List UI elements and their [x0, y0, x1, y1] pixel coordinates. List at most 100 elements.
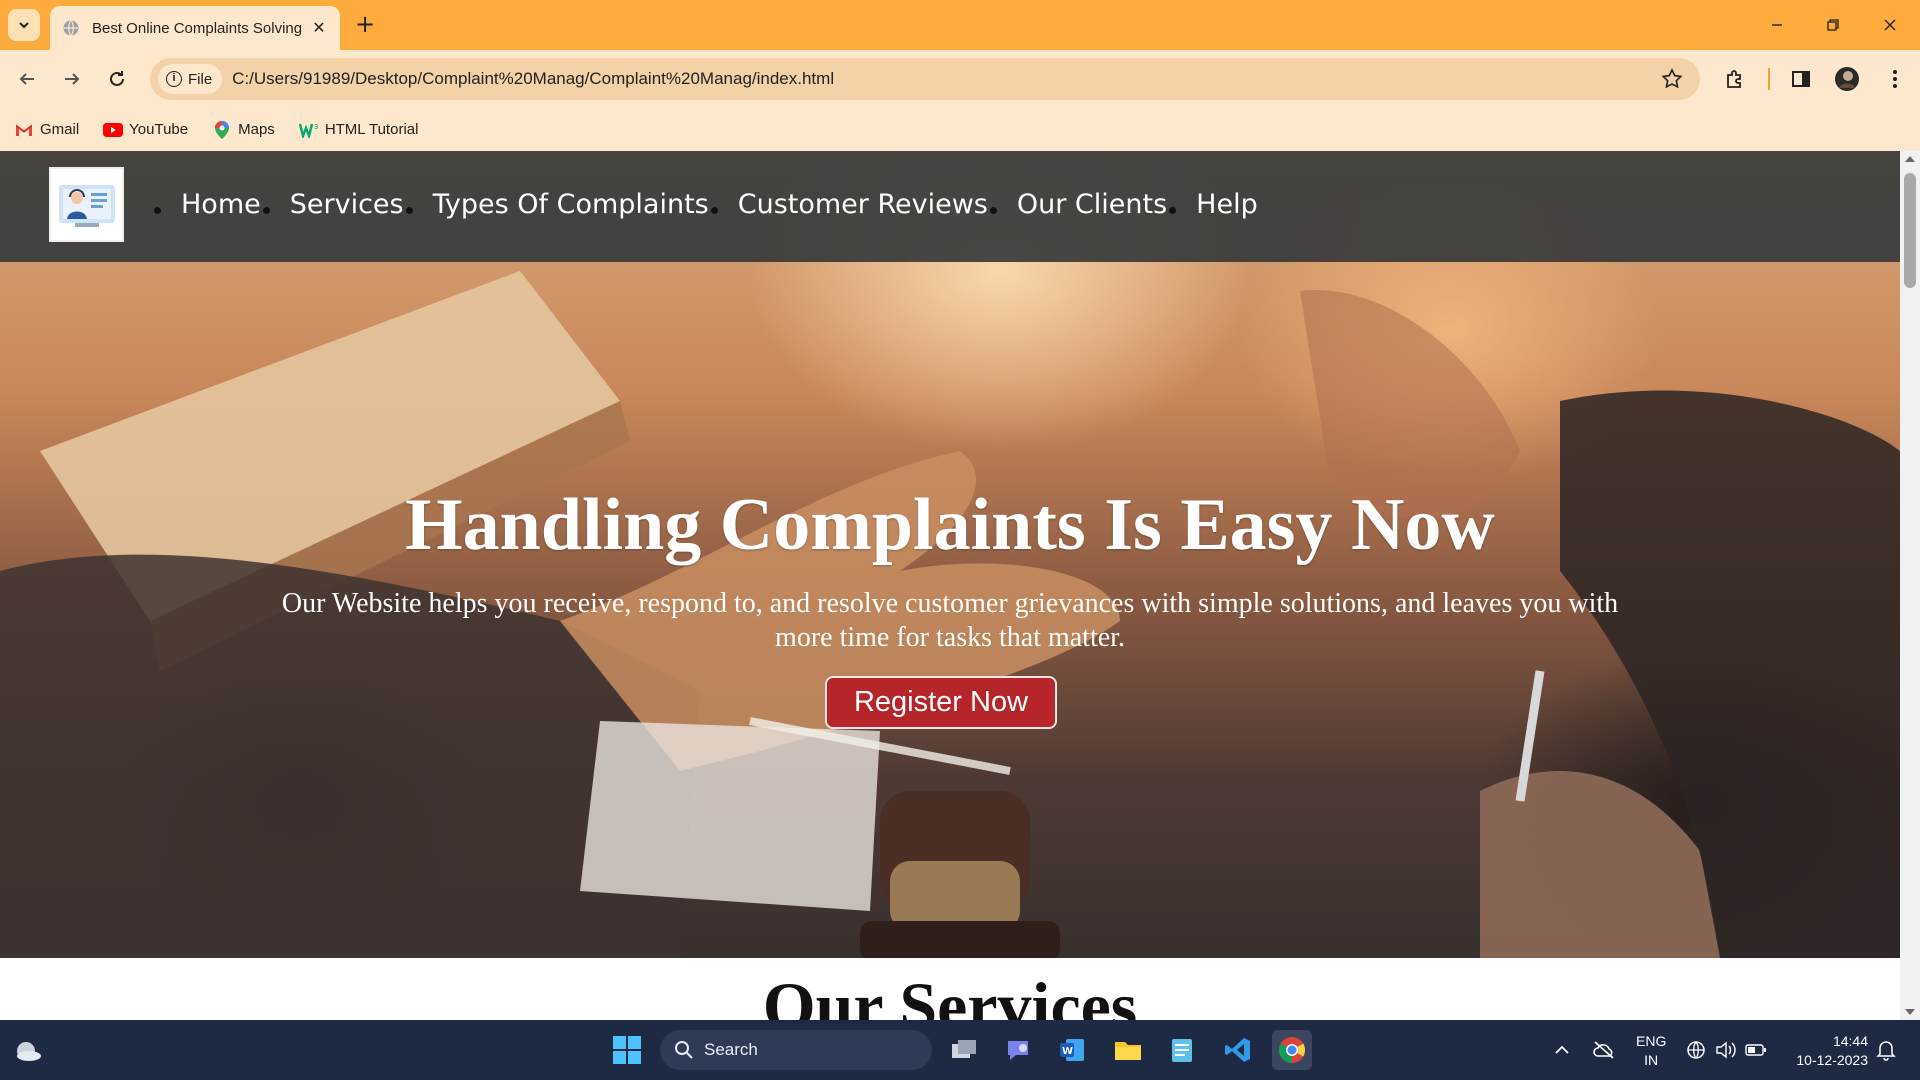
nav-bullet	[1169, 207, 1177, 214]
svg-text:W: W	[1062, 1046, 1073, 1057]
bookmark-label: YouTube	[129, 121, 189, 138]
nav-bullet	[710, 207, 718, 214]
menu-button[interactable]	[1880, 64, 1910, 94]
main-nav: Home Services Types Of Complaints Custom…	[152, 189, 1258, 220]
task-view-icon	[952, 1040, 976, 1058]
page-viewport: Home Services Types Of Complaints Custom…	[0, 151, 1900, 1020]
notepad-icon	[1172, 1039, 1192, 1062]
minimize-button[interactable]	[1762, 10, 1792, 40]
language-indicator[interactable]: ENG IN	[1636, 1032, 1666, 1070]
onedrive-status[interactable]	[1584, 1030, 1624, 1070]
tab-search-button[interactable]	[8, 9, 40, 41]
maps-icon	[212, 120, 232, 139]
profile-button[interactable]	[1832, 64, 1862, 94]
show-hidden-icons-button[interactable]	[1542, 1030, 1582, 1070]
bookmark-label: HTML Tutorial	[324, 121, 419, 138]
bell-icon	[1876, 1041, 1896, 1061]
windows-taskbar: Search W ENG IN 14:44 10-12-2023	[0, 1020, 1920, 1080]
w3schools-icon: 3	[298, 121, 319, 139]
battery-icon	[1745, 1044, 1766, 1056]
scroll-up-arrow-icon[interactable]	[1905, 156, 1915, 162]
bookmark-html-tutorial[interactable]: 3 HTML Tutorial	[298, 121, 419, 139]
hero-subtitle: Our Website helps you receive, respond t…	[281, 588, 1619, 653]
minimize-icon	[1772, 24, 1782, 26]
register-now-button[interactable]: Register Now	[825, 676, 1057, 729]
site-info-chip[interactable]: i File	[158, 64, 223, 94]
taskbar-clock[interactable]: 14:44 10-12-2023	[1784, 1032, 1868, 1070]
file-explorer-button[interactable]	[1108, 1030, 1148, 1070]
task-view-button[interactable]	[944, 1030, 984, 1070]
url-text[interactable]: C:/Users/91989/Desktop/Complaint%20Manag…	[232, 69, 834, 89]
nav-bullet	[405, 207, 413, 214]
close-tab-icon[interactable]: ✕	[310, 19, 328, 37]
nav-our-clients[interactable]: Our Clients	[1017, 189, 1167, 220]
speaker-icon	[1716, 1041, 1736, 1059]
nav-services[interactable]: Services	[290, 189, 404, 220]
restore-button[interactable]	[1818, 10, 1848, 40]
close-window-button[interactable]	[1875, 10, 1905, 40]
nav-bullet	[262, 207, 270, 214]
reload-button[interactable]	[102, 64, 132, 94]
scrollbar-thumb[interactable]	[1904, 173, 1916, 288]
cloud-icon	[17, 1042, 41, 1061]
side-panel-button[interactable]	[1786, 64, 1816, 94]
site-logo[interactable]	[49, 167, 124, 242]
bookmark-gmail[interactable]: Gmail	[14, 121, 79, 139]
address-bar[interactable]: i File C:/Users/91989/Desktop/Complaint%…	[150, 58, 1700, 100]
chat-icon	[1008, 1041, 1028, 1060]
more-vertical-icon	[1893, 70, 1897, 88]
star-icon[interactable]	[1660, 67, 1684, 91]
nav-types-of-complaints[interactable]: Types Of Complaints	[433, 189, 709, 220]
browser-tab-active[interactable]: Best Online Complaints Solving ✕	[50, 6, 340, 50]
restore-icon	[1827, 19, 1839, 31]
browser-toolbar: i File C:/Users/91989/Desktop/Complaint%…	[0, 50, 1920, 108]
close-icon	[1884, 19, 1896, 31]
weather-widget[interactable]	[8, 1030, 48, 1070]
back-button[interactable]	[12, 64, 42, 94]
language-code: ENG	[1636, 1033, 1667, 1049]
globe-icon	[63, 20, 79, 36]
gmail-icon	[14, 121, 34, 139]
bookmark-youtube[interactable]: YouTube	[103, 121, 188, 139]
start-button[interactable]	[612, 1035, 642, 1065]
notepad-button[interactable]	[1162, 1030, 1202, 1070]
bookmark-maps[interactable]: Maps	[212, 120, 275, 139]
nav-help[interactable]: Help	[1196, 189, 1258, 220]
word-button[interactable]: W	[1052, 1030, 1092, 1070]
new-tab-button[interactable]: +	[352, 12, 378, 38]
cloud-off-icon	[1593, 1041, 1614, 1059]
region-code: IN	[1644, 1052, 1659, 1068]
bookmark-label: Gmail	[40, 121, 80, 138]
youtube-icon	[103, 121, 124, 139]
windows-icon	[613, 1036, 641, 1064]
services-heading: Our Services	[762, 968, 1138, 1020]
reload-icon	[110, 71, 124, 86]
nav-home[interactable]: Home	[181, 189, 261, 220]
chrome-button[interactable]	[1272, 1030, 1312, 1070]
puzzle-icon	[1727, 70, 1741, 88]
forward-button[interactable]	[57, 64, 87, 94]
nav-customer-reviews[interactable]: Customer Reviews	[738, 189, 988, 220]
taskbar-search[interactable]: Search	[660, 1030, 932, 1070]
battery-status[interactable]	[1736, 1030, 1776, 1070]
vscode-icon	[1225, 1038, 1250, 1062]
toolbar-separator	[1768, 68, 1770, 90]
search-icon	[675, 1041, 693, 1059]
notifications-button[interactable]	[1866, 1030, 1906, 1070]
teams-chat-button[interactable]	[998, 1030, 1038, 1070]
nav-bullet	[154, 207, 161, 214]
page-scrollbar[interactable]	[1900, 151, 1920, 1020]
chrome-icon	[1278, 1037, 1306, 1064]
support-agent-icon	[58, 184, 115, 227]
scroll-down-arrow-icon[interactable]	[1905, 1009, 1915, 1015]
info-icon: i	[166, 71, 182, 87]
browser-title-bar: Best Online Complaints Solving ✕ +	[0, 0, 1920, 50]
arrow-left-icon	[19, 73, 34, 85]
extensions-button[interactable]	[1720, 64, 1750, 94]
svg-text:3: 3	[314, 123, 318, 131]
hero-title: Handling Complaints Is Easy Now	[405, 484, 1495, 566]
vscode-button[interactable]	[1218, 1030, 1258, 1070]
folder-icon	[1115, 1042, 1141, 1060]
bookmarks-bar: Gmail YouTube Maps 3 HTML Tutorial	[0, 108, 1920, 151]
word-icon: W	[1060, 1039, 1084, 1061]
